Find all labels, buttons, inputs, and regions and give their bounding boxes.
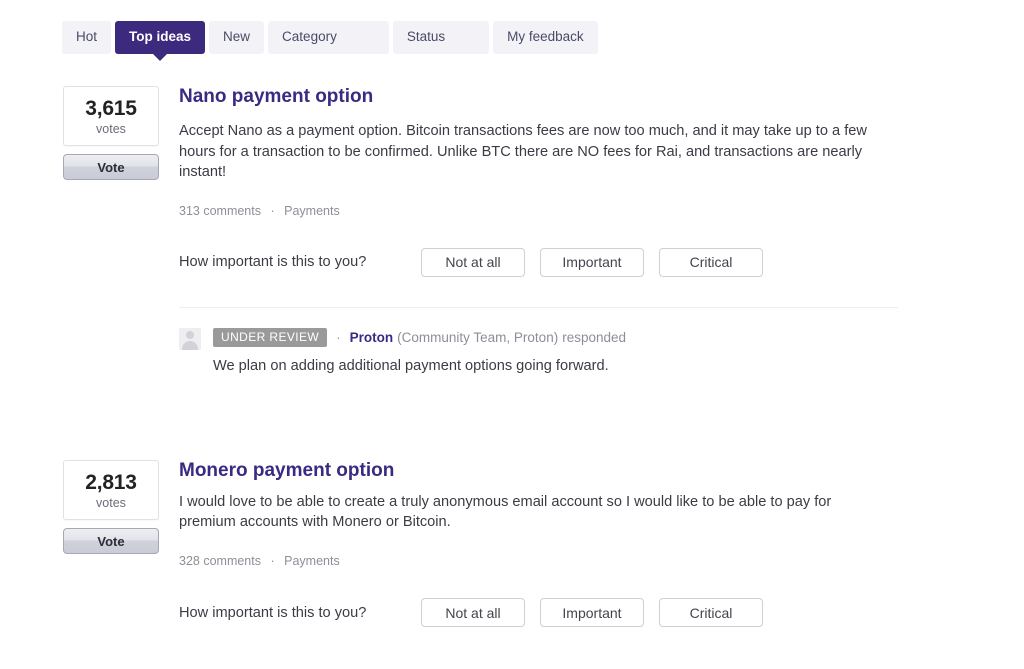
admin-response: UNDER REVIEW · Proton (Community Team, P… xyxy=(179,327,914,374)
vote-count-box: 2,813 votes xyxy=(63,459,159,521)
vote-count: 3,615 xyxy=(85,97,137,120)
vote-count-label: votes xyxy=(96,496,126,511)
vote-count-label: votes xyxy=(96,122,126,137)
importance-row: How important is this to you? Not at all… xyxy=(179,598,914,628)
idea-body: Nano payment option Accept Nano as a pay… xyxy=(179,86,1024,374)
idea-description: I would love to be able to create a trul… xyxy=(179,493,832,531)
comments-link[interactable]: 328 comments xyxy=(179,554,261,568)
status-badge: UNDER REVIEW xyxy=(213,327,328,347)
importance-important-button[interactable]: Important xyxy=(540,247,644,277)
response-header: UNDER REVIEW · Proton (Community Team, P… xyxy=(213,327,627,347)
importance-row: How important is this to you? Not at all… xyxy=(179,247,914,277)
tab-my-feedback[interactable]: My feedback xyxy=(493,21,598,54)
tab-new[interactable]: New xyxy=(209,21,265,54)
idea-description: Accept Nano as a payment option. Bitcoin… xyxy=(179,122,867,181)
tab-new-label: New xyxy=(223,29,251,44)
meta-separator: · xyxy=(270,203,275,218)
importance-critical-button[interactable]: Critical xyxy=(659,598,763,628)
idea-item: 2,813 votes Vote Monero payment option I… xyxy=(0,459,1024,628)
tab-category-label: Category xyxy=(282,29,337,44)
tab-hot-label: Hot xyxy=(76,29,98,44)
idea-meta: 313 comments · Payments xyxy=(179,204,914,218)
comments-link[interactable]: 313 comments xyxy=(179,204,261,218)
tab-bar: Hot Top ideas New Category Status My fee… xyxy=(62,21,598,61)
tab-category[interactable]: Category xyxy=(268,21,389,54)
tab-hot[interactable]: Hot xyxy=(62,21,112,54)
idea-meta: 328 comments · Payments xyxy=(179,554,914,568)
response-text: We plan on adding additional payment opt… xyxy=(213,357,609,374)
response-separator: · xyxy=(336,329,341,345)
response-author[interactable]: Proton xyxy=(350,330,394,345)
tab-top-ideas-label: Top ideas xyxy=(129,29,192,44)
tab-my-feedback-label: My feedback xyxy=(507,29,584,44)
idea-title[interactable]: Nano payment option xyxy=(179,86,914,109)
vote-button[interactable]: Vote xyxy=(63,154,159,181)
section-divider xyxy=(179,306,898,308)
idea-list: 3,615 votes Vote Nano payment option Acc… xyxy=(0,70,1024,628)
tab-status[interactable]: Status xyxy=(392,21,490,54)
idea-title[interactable]: Monero payment option xyxy=(179,460,914,483)
tab-status-label: Status xyxy=(406,29,446,44)
importance-not-at-all-button[interactable]: Not at all xyxy=(421,247,525,277)
importance-question: How important is this to you? xyxy=(179,604,367,621)
vote-count-box: 3,615 votes xyxy=(63,86,159,147)
importance-question: How important is this to you? xyxy=(179,254,367,271)
idea-body: Monero payment option I would love to be… xyxy=(179,460,1024,628)
importance-critical-button[interactable]: Critical xyxy=(659,247,763,277)
response-verb: responded xyxy=(562,329,627,345)
category-link[interactable]: Payments xyxy=(284,554,340,568)
meta-separator: · xyxy=(270,554,275,569)
importance-not-at-all-button[interactable]: Not at all xyxy=(421,598,525,628)
vote-column: 3,615 votes Vote xyxy=(63,86,159,374)
category-link[interactable]: Payments xyxy=(284,204,340,218)
idea-item: 3,615 votes Vote Nano payment option Acc… xyxy=(0,86,1024,374)
vote-count: 2,813 xyxy=(85,470,137,494)
active-tab-caret-icon xyxy=(153,53,168,61)
tab-top-ideas[interactable]: Top ideas xyxy=(115,21,206,61)
importance-important-button[interactable]: Important xyxy=(540,598,644,628)
response-author-role: (Community Team, Proton) xyxy=(397,329,559,345)
vote-button[interactable]: Vote xyxy=(63,528,159,555)
vote-column: 2,813 votes Vote xyxy=(63,459,159,627)
user-avatar-icon xyxy=(179,327,201,350)
response-body: UNDER REVIEW · Proton (Community Team, P… xyxy=(213,327,627,374)
